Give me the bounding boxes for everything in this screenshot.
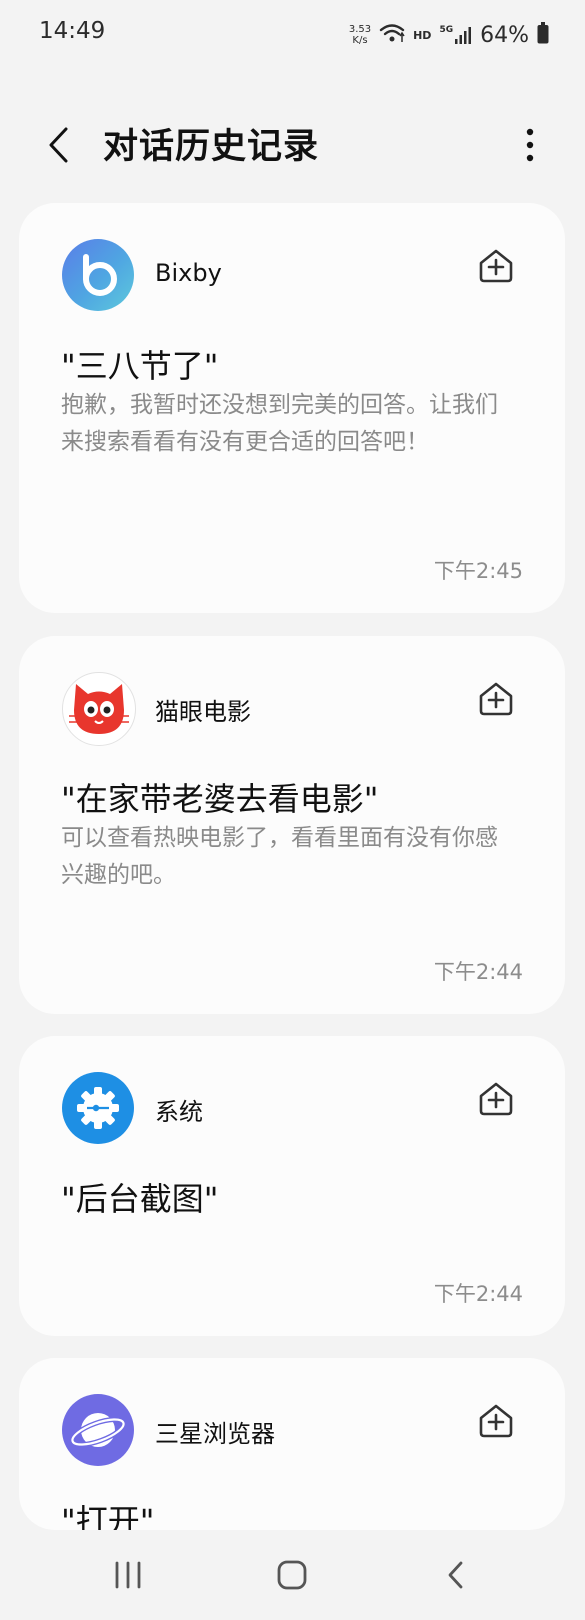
recent-apps-icon xyxy=(115,1561,141,1589)
card-time: 下午2:44 xyxy=(433,1282,523,1306)
hd-label: HD xyxy=(413,28,432,42)
back-arrow-icon xyxy=(448,1561,463,1589)
bixby-icon xyxy=(62,239,134,311)
add-shortcut-button[interactable] xyxy=(477,247,515,285)
card-app-name: 猫眼电影 xyxy=(155,698,251,726)
samsung-internet-icon xyxy=(62,1394,134,1466)
status-time: 14:49 xyxy=(39,18,106,44)
home-button[interactable] xyxy=(262,1550,322,1600)
maoyan-cat-icon xyxy=(62,672,136,746)
card-query: "三八节了" xyxy=(61,347,219,385)
network-speed: 3.53 K/s xyxy=(349,24,371,46)
add-shortcut-button[interactable] xyxy=(477,1080,515,1118)
chevron-left-icon xyxy=(49,127,68,163)
back-button[interactable] xyxy=(36,120,80,170)
page-title: 对话历史记录 xyxy=(103,127,320,167)
app-header: 对话历史记录 xyxy=(0,100,585,190)
add-home-icon xyxy=(479,1082,513,1116)
card-app-name: 系统 xyxy=(155,1098,203,1126)
system-nav-bar xyxy=(0,1530,585,1620)
history-card[interactable]: 三星浏览器 "打开" xyxy=(19,1358,565,1530)
card-time: 下午2:45 xyxy=(433,559,523,583)
card-app-name: 三星浏览器 xyxy=(155,1420,275,1448)
wifi-icon xyxy=(379,22,405,48)
system-gear-icon xyxy=(62,1072,134,1144)
add-home-icon xyxy=(479,682,513,716)
network-speed-unit: K/s xyxy=(352,35,368,46)
nav-back-button[interactable] xyxy=(426,1550,486,1600)
history-card[interactable]: 猫眼电影 "在家带老婆去看电影" 可以查看热映电影了，看看里面有没有你感兴趣的吧… xyxy=(19,636,565,1014)
more-vertical-icon xyxy=(526,128,534,162)
network-speed-value: 3.53 xyxy=(348,24,372,35)
add-shortcut-button[interactable] xyxy=(477,1402,515,1440)
card-time: 下午2:44 xyxy=(433,960,523,984)
add-home-icon xyxy=(479,1404,513,1438)
network-type: 5G xyxy=(439,25,454,35)
home-icon xyxy=(277,1560,307,1590)
status-icons: 3.53 K/s HD 5G 64% xyxy=(349,18,549,52)
card-query: "打开" xyxy=(61,1502,155,1530)
history-card[interactable]: 系统 "后台截图" 下午2:44 xyxy=(19,1036,565,1336)
recent-apps-button[interactable] xyxy=(98,1550,158,1600)
battery-icon xyxy=(537,22,549,48)
card-app-name: Bixby xyxy=(155,259,222,287)
add-home-icon xyxy=(479,249,513,283)
signal-icon: 5G xyxy=(439,25,472,45)
battery-percent: 64% xyxy=(480,22,529,48)
more-options-button[interactable] xyxy=(515,120,545,170)
add-shortcut-button[interactable] xyxy=(477,680,515,718)
history-card[interactable]: Bixby "三八节了" 抱歉，我暂时还没想到完美的回答。让我们来搜索看看有没有… xyxy=(19,203,565,613)
card-response: 可以查看热映电影了，看看里面有没有你感兴趣的吧。 xyxy=(61,825,498,888)
status-bar: 14:49 3.53 K/s HD 5G 64% xyxy=(0,0,585,70)
card-query: "在家带老婆去看电影" xyxy=(61,780,379,818)
card-query: "后台截图" xyxy=(61,1180,219,1218)
card-response: 抱歉，我暂时还没想到完美的回答。让我们来搜索看看有没有更合适的回答吧！ xyxy=(61,392,498,455)
